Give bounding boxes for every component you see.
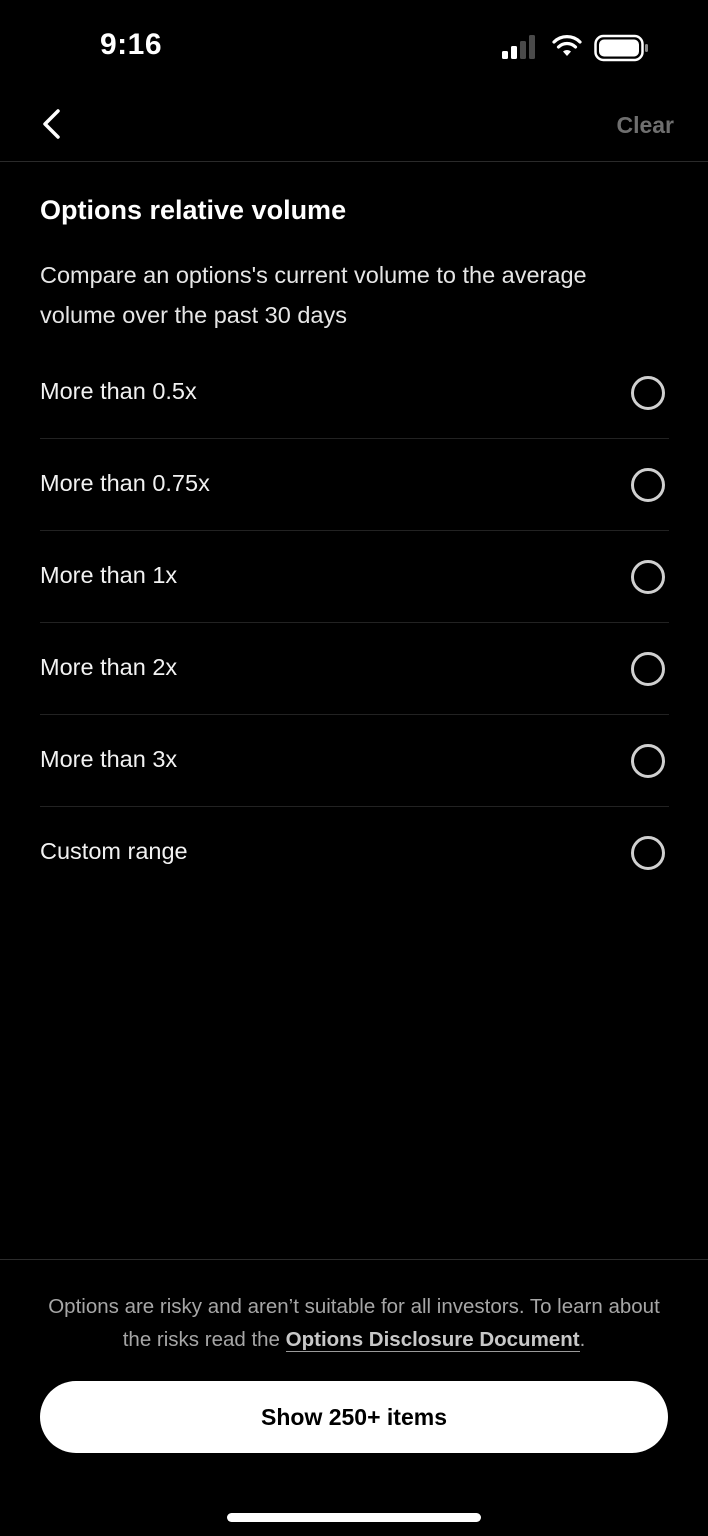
footer-divider: [0, 1259, 708, 1260]
radio-button[interactable]: [631, 376, 665, 410]
option-label: More than 0.75x: [40, 470, 210, 496]
option-label: More than 1x: [40, 562, 178, 588]
option-more-than-3x[interactable]: More than 3x: [40, 715, 669, 807]
radio-button[interactable]: [631, 560, 665, 594]
home-indicator: [227, 1513, 481, 1522]
options-disclosure-link[interactable]: Options Disclosure Document: [285, 1328, 580, 1352]
radio-button[interactable]: [631, 652, 665, 686]
page-description: Compare an options's current volume to t…: [40, 262, 587, 328]
chevron-left-icon: [43, 109, 60, 139]
option-more-than-1x[interactable]: More than 1x: [40, 531, 669, 623]
option-label: More than 2x: [40, 654, 178, 680]
back-button[interactable]: [30, 102, 74, 146]
page-title: Options relative volume: [40, 195, 347, 225]
option-more-than-0-5x[interactable]: More than 0.5x: [40, 347, 669, 439]
status-time: 9:16: [100, 28, 163, 61]
options-list: More than 0.5x More than 0.75x More than…: [40, 347, 669, 898]
clear-button[interactable]: Clear: [616, 112, 674, 139]
option-label: More than 3x: [40, 746, 178, 772]
radio-button[interactable]: [631, 836, 665, 870]
status-bar: 9:16: [0, 0, 708, 96]
option-more-than-0-75x[interactable]: More than 0.75x: [40, 439, 669, 531]
battery-icon: [594, 34, 648, 62]
nav-bar: Clear: [0, 96, 708, 162]
option-custom-range[interactable]: Custom range: [40, 807, 669, 898]
option-label: More than 0.5x: [40, 378, 197, 404]
disclaimer-period: .: [579, 1328, 586, 1351]
wifi-icon: [552, 35, 582, 56]
radio-button[interactable]: [631, 744, 665, 778]
option-label: Custom range: [40, 838, 188, 864]
signal-icon: [502, 35, 535, 59]
radio-button[interactable]: [631, 468, 665, 502]
show-items-button[interactable]: Show 250+ items: [40, 1381, 668, 1453]
risk-disclaimer: Options are risky and aren’t suitable fo…: [40, 1290, 668, 1356]
option-more-than-2x[interactable]: More than 2x: [40, 623, 669, 715]
